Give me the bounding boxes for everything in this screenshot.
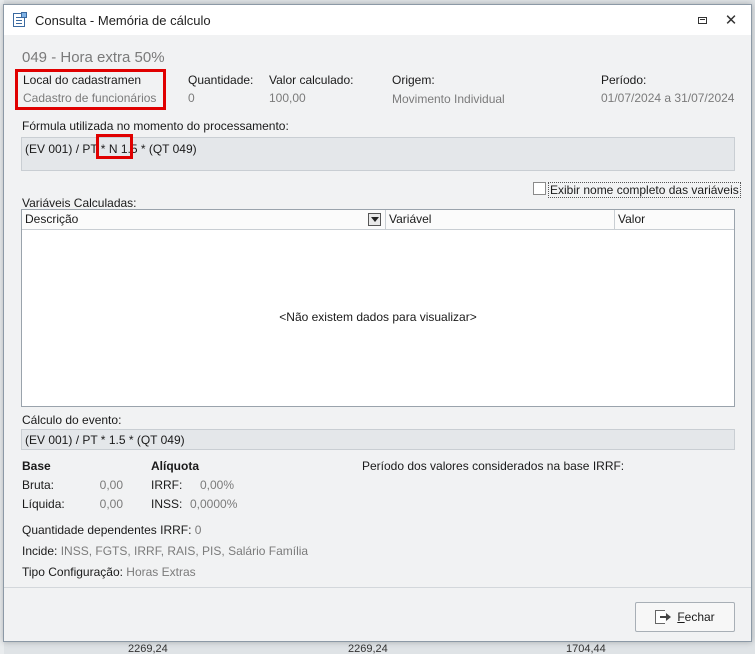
- inss-label: INSS:: [151, 497, 183, 511]
- variables-label: Variáveis Calculadas:: [22, 196, 137, 210]
- grid-empty-message: <Não existem dados para visualizar>: [279, 310, 477, 324]
- restore-button[interactable]: [693, 12, 711, 28]
- highlight-box-local: [15, 69, 166, 110]
- periodo-label: Período:: [601, 73, 647, 87]
- close-button[interactable]: ✕: [722, 12, 740, 28]
- valor-calculado-value: 100,00: [269, 91, 306, 105]
- close-button-label: Fechar: [677, 610, 715, 624]
- bruta-label: Bruta:: [22, 478, 55, 492]
- liquida-label: Líquida:: [22, 497, 65, 511]
- irrf-value: 0,00%: [200, 478, 235, 492]
- inss-value: 0,0000%: [190, 497, 238, 511]
- filter-icon[interactable]: [368, 213, 381, 226]
- tipo-value: Horas Extras: [126, 565, 196, 579]
- show-full-names-label[interactable]: Exibir nome completo das variáveis: [548, 182, 741, 198]
- formula-label: Fórmula utilizada no momento do processa…: [22, 119, 289, 133]
- aliquota-heading: Alíquota: [151, 459, 199, 473]
- document-icon: [12, 12, 28, 28]
- show-full-names-checkbox[interactable]: [533, 182, 546, 195]
- title-bar[interactable]: Consulta - Memória de cálculo ✕: [4, 5, 751, 35]
- background-cell: 2269,24: [128, 643, 168, 654]
- incide-line: Incide: INSS, FGTS, IRRF, RAIS, PIS, Sal…: [22, 544, 308, 558]
- close-dialog-button[interactable]: Fechar: [635, 602, 735, 632]
- window-title: Consulta - Memória de cálculo: [35, 12, 211, 28]
- valor-calculado-label: Valor calculado:: [269, 73, 354, 87]
- tipo-line: Tipo Configuração: Horas Extras: [22, 565, 196, 579]
- formula-part-2: * (QT 049): [137, 142, 197, 156]
- dependentes-value: 0: [194, 523, 202, 537]
- irrf-label: IRRF:: [151, 478, 183, 492]
- event-title: 049 - Hora extra 50%: [22, 49, 165, 66]
- dialog-content: 049 - Hora extra 50% Local do cadastrame…: [4, 35, 751, 641]
- exit-icon: [655, 610, 672, 624]
- variables-grid[interactable]: Descrição Variável Valor <Não existem da…: [21, 209, 735, 407]
- restore-icon: [697, 16, 707, 24]
- periodo-irrf-label: Período dos valores considerados na base…: [362, 459, 625, 473]
- footer-divider: [4, 587, 751, 588]
- calculo-field: (EV 001) / PT * 1.5 * (QT 049): [21, 429, 735, 450]
- column-descricao[interactable]: Descrição: [22, 210, 385, 230]
- origem-label: Origem:: [392, 73, 435, 87]
- dependentes-line: Quantidade dependentes IRRF: 0: [22, 523, 201, 537]
- tipo-label: Tipo Configuração:: [22, 565, 123, 579]
- highlight-box-formula: [96, 134, 133, 159]
- dialog-window: Consulta - Memória de cálculo ✕ 049 - Ho…: [3, 4, 752, 642]
- quantidade-label: Quantidade:: [188, 73, 254, 87]
- column-variavel[interactable]: Variável: [385, 210, 615, 230]
- background-cell: 2269,24: [348, 643, 388, 654]
- column-valor[interactable]: Valor: [615, 210, 734, 230]
- periodo-value: 01/07/2024 a 31/07/2024: [601, 91, 735, 105]
- grid-header: Descrição Variável Valor: [22, 210, 734, 230]
- bruta-value: 0,00: [99, 478, 123, 492]
- background-cell: 1704,44: [566, 643, 606, 654]
- liquida-value: 0,00: [99, 497, 123, 511]
- incide-value: INSS, FGTS, IRRF, RAIS, PIS, Salário Fam…: [60, 544, 309, 558]
- calculo-label: Cálculo do evento:: [22, 413, 122, 427]
- close-icon: ✕: [724, 11, 738, 29]
- quantidade-value: 0: [188, 91, 195, 105]
- origem-value: Movimento Individual: [392, 92, 505, 106]
- dependentes-label: Quantidade dependentes IRRF:: [22, 523, 192, 537]
- incide-label: Incide:: [22, 544, 58, 558]
- base-heading: Base: [22, 459, 51, 473]
